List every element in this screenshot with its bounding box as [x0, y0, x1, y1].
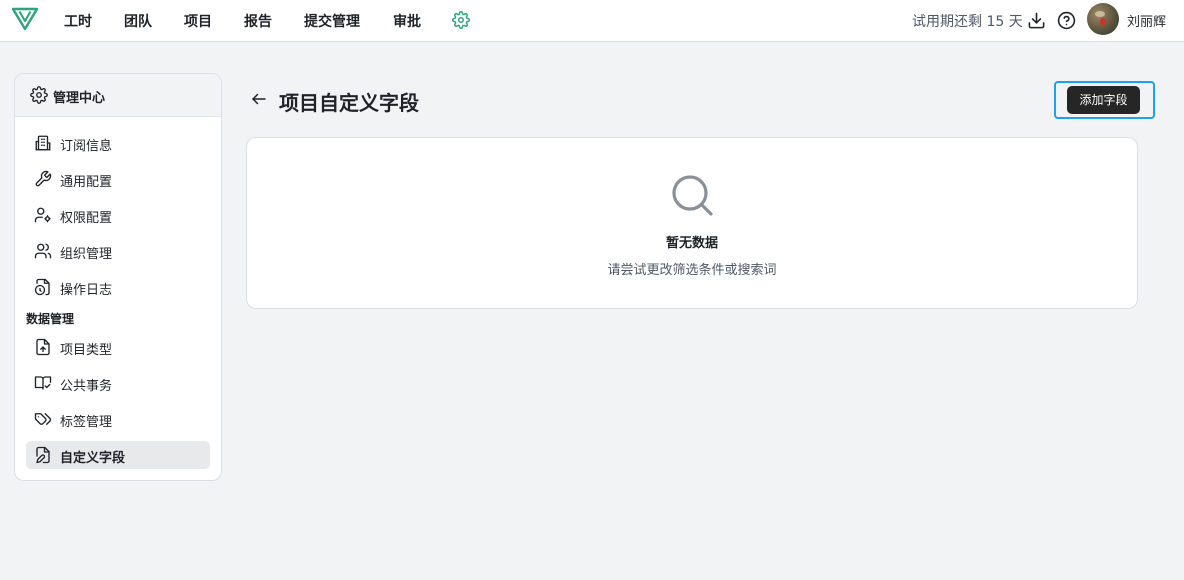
user-avatar[interactable] — [1087, 3, 1119, 35]
search-icon — [672, 175, 713, 216]
tags-icon — [34, 413, 52, 425]
sidebar-item-label: 订阅信息 — [60, 139, 113, 154]
sidebar-item-label: 通用配置 — [60, 175, 113, 190]
nav-projects[interactable]: 项目 — [184, 11, 212, 31]
file-edit-icon — [36, 446, 50, 464]
empty-state-card: 暂无数据 请尝试更改筛选条件或搜索词 — [246, 137, 1138, 309]
sidebar-item-label: 组织管理 — [60, 247, 113, 262]
users-icon — [34, 243, 52, 259]
top-navigation-bar: 工时 团队 项目 报告 提交管理 审批 试用期还剩 15 天 刘丽辉 — [0, 0, 1184, 42]
user-key-icon — [34, 207, 51, 223]
nav-approvals[interactable]: 审批 — [393, 11, 421, 31]
sidebar-header: 管理中心 — [15, 74, 221, 117]
sidebar-section-data-management: 数据管理 — [26, 312, 75, 326]
file-upload-icon — [36, 338, 50, 356]
sidebar-item-permissions[interactable]: 权限配置 — [26, 201, 210, 229]
nav-reports[interactable]: 报告 — [244, 11, 272, 31]
sidebar-item-organization[interactable]: 组织管理 — [26, 237, 210, 265]
sidebar-item-general-config[interactable]: 通用配置 — [26, 165, 210, 193]
sidebar-item-operation-log[interactable]: 操作日志 — [26, 273, 210, 301]
download-icon[interactable] — [1027, 11, 1046, 30]
back-arrow-icon[interactable] — [250, 90, 268, 108]
user-name[interactable]: 刘丽辉 — [1127, 11, 1166, 30]
settings-gear-icon[interactable] — [452, 11, 470, 29]
trial-remaining-text: 试用期还剩 15 天 — [912, 14, 1023, 30]
nav-submissions[interactable]: 提交管理 — [304, 11, 360, 31]
sidebar-item-label: 公共事务 — [60, 379, 113, 394]
sidebar-item-public-affairs[interactable]: 公共事务 — [26, 369, 210, 397]
book-icon — [34, 376, 52, 390]
help-icon[interactable] — [1057, 11, 1076, 30]
sidebar-item-label: 权限配置 — [60, 211, 113, 226]
nav-team[interactable]: 团队 — [124, 11, 152, 31]
add-field-button[interactable]: 添加字段 — [1067, 86, 1140, 114]
sidebar-item-label: 项目类型 — [60, 343, 113, 358]
sidebar-title: 管理中心 — [53, 91, 106, 106]
gear-icon — [30, 86, 48, 104]
sidebar-item-tag-management[interactable]: 标签管理 — [26, 405, 210, 433]
page-title: 项目自定义字段 — [279, 91, 419, 115]
wrench-icon — [35, 170, 52, 187]
empty-state-subtitle: 请尝试更改筛选条件或搜索词 — [607, 263, 777, 278]
nav-timesheet[interactable]: 工时 — [64, 11, 92, 31]
sidebar-item-label: 自定义字段 — [60, 451, 126, 466]
file-clock-icon — [34, 278, 50, 296]
add-field-highlight: 添加字段 — [1054, 81, 1155, 119]
sidebar-item-project-types[interactable]: 项目类型 — [26, 333, 210, 361]
admin-sidebar: 管理中心 订阅信息 通用配置 权限配置 组织管理 操作日志 数据管理 项目类型 … — [14, 73, 222, 481]
sidebar-item-custom-fields[interactable]: 自定义字段 — [26, 441, 210, 469]
building-icon — [35, 135, 51, 151]
sidebar-item-label: 操作日志 — [60, 283, 113, 298]
sidebar-item-label: 标签管理 — [60, 415, 113, 430]
app-logo-icon[interactable] — [11, 6, 39, 32]
empty-state-title: 暂无数据 — [665, 236, 718, 251]
sidebar-item-subscription[interactable]: 订阅信息 — [26, 129, 210, 157]
